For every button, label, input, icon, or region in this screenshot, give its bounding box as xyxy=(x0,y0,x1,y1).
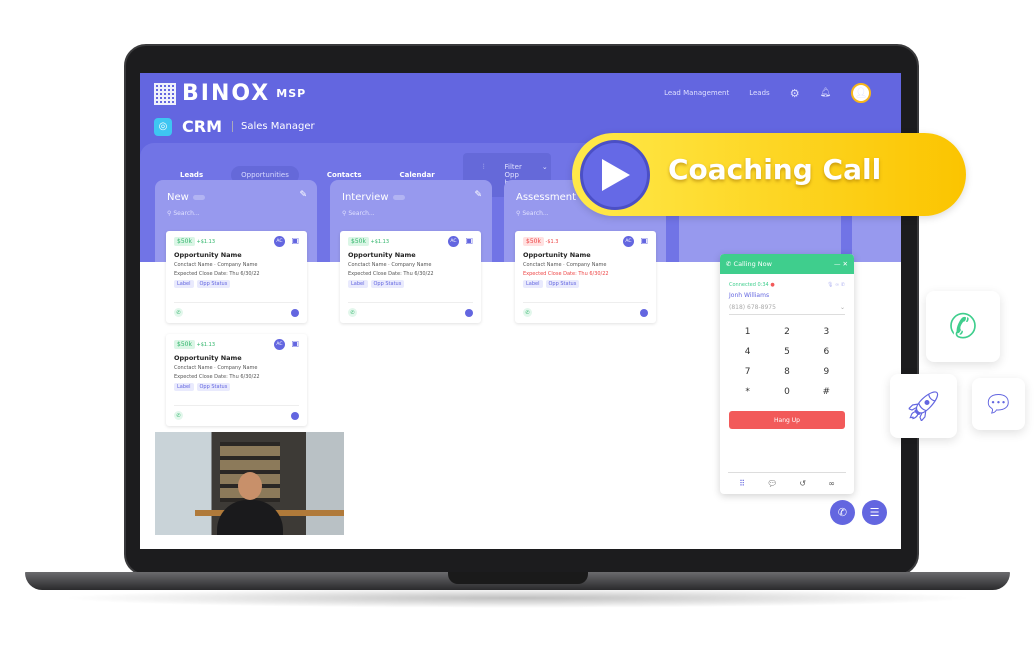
logo-mark-icon xyxy=(154,82,176,105)
history-icon[interactable]: ↺ xyxy=(799,479,806,488)
call-actions-icon[interactable]: 🎙︎ ∞ ✆ xyxy=(827,282,845,288)
label-tag: Label xyxy=(348,280,368,288)
calendar-icon[interactable]: ▣ xyxy=(640,236,648,245)
keypad: 1 2 3 4 5 6 7 8 9 * 0 # xyxy=(720,327,854,397)
coaching-call-banner[interactable]: Coaching Call xyxy=(572,133,966,216)
key-button[interactable]: 6 xyxy=(807,347,846,357)
edit-icon[interactable]: ✎ xyxy=(474,190,482,200)
calendar-icon[interactable]: ▣ xyxy=(291,236,299,245)
rocket-icon: 🚀︎ xyxy=(904,388,943,424)
assignee-avatar: AC xyxy=(274,339,285,350)
add-call-button[interactable]: ✆ xyxy=(830,500,855,525)
chat-icon[interactable]: 💬︎ xyxy=(767,479,777,488)
call-icon[interactable]: ✆ xyxy=(348,308,357,317)
bell-icon[interactable]: 🔔︎ xyxy=(820,88,831,98)
opportunity-card[interactable]: $50k -$1.3 AC ▣ Opportunity Name Conctact… xyxy=(515,231,656,323)
key-button[interactable]: 4 xyxy=(728,347,767,357)
dialer-widget: ✆ Calling Now — ✕ Connected 0:34 ● 🎙︎ ∞ ✆ … xyxy=(720,254,854,494)
nav-lead-management[interactable]: Lead Management xyxy=(664,89,729,97)
key-button[interactable]: 9 xyxy=(807,367,846,377)
hang-up-button[interactable]: Hang Up xyxy=(729,411,845,429)
app-subtitle: Sales Manager xyxy=(231,121,315,132)
top-nav: Lead Management Leads ⚙ 🔔︎ 👤︎ xyxy=(664,83,871,103)
calendar-icon[interactable]: ▣ xyxy=(291,339,299,348)
edit-icon[interactable]: ✎ xyxy=(299,190,307,200)
minimize-icon[interactable]: — xyxy=(834,260,841,268)
label-tag: Label xyxy=(523,280,543,288)
call-icon[interactable]: ✆ xyxy=(174,308,183,317)
calendar-icon[interactable]: ▣ xyxy=(465,236,473,245)
avatar[interactable]: 👤︎ xyxy=(851,83,871,103)
opportunity-card[interactable]: $50k +$1.13 AC ▣ Opportunity Name Conctac… xyxy=(340,231,481,323)
assignee-avatar: AC xyxy=(448,236,459,247)
laptop-shadow xyxy=(60,588,975,608)
app-title: CRM xyxy=(182,117,222,136)
coach-video-feed[interactable] xyxy=(155,432,344,535)
voicemail-icon[interactable]: ∞ xyxy=(828,479,835,488)
key-button[interactable]: # xyxy=(807,387,846,397)
keypad-icon[interactable]: ⠿ xyxy=(739,479,745,488)
opportunity-card[interactable]: $50k +$1.13 AC ▣ Opportunity Name Conctac… xyxy=(166,231,307,323)
label-tag: Label xyxy=(174,280,194,288)
phone-number-select[interactable]: (818) 678-8975 ⌄ xyxy=(729,304,845,315)
key-button[interactable]: 0 xyxy=(767,387,806,397)
chat-feature-tile: 💬︎ xyxy=(972,378,1025,430)
status-tag: Opp Status xyxy=(545,280,580,288)
message-button[interactable]: ☰ xyxy=(862,500,887,525)
target-icon: ◎ xyxy=(154,117,172,136)
call-icon[interactable]: ✆ xyxy=(523,308,532,317)
key-button[interactable]: 7 xyxy=(728,367,767,377)
key-button[interactable]: 1 xyxy=(728,327,767,337)
key-button[interactable]: * xyxy=(728,387,767,397)
brand-logo: BINOX MSP xyxy=(154,81,306,106)
app-header: ◎ CRM Sales Manager xyxy=(154,117,315,136)
nav-leads[interactable]: Leads xyxy=(749,89,769,97)
phone-icon: ✆ xyxy=(726,260,732,268)
status-tag: Opp Status xyxy=(196,383,231,391)
laptop-notch xyxy=(448,572,588,584)
assignee-avatar: AC xyxy=(274,236,285,247)
key-button[interactable]: 8 xyxy=(767,367,806,377)
phone-feature-tile: ✆ xyxy=(926,291,1000,362)
close-icon[interactable]: ✕ xyxy=(843,260,848,268)
chat-icon: 💬︎ xyxy=(983,390,1014,418)
caller-name: Jonh Williams xyxy=(729,292,770,299)
call-icon[interactable]: ✆ xyxy=(174,411,183,420)
search-input[interactable]: ⚲ Search... xyxy=(167,210,200,217)
key-button[interactable]: 5 xyxy=(767,347,806,357)
rocket-feature-tile: 🚀︎ xyxy=(890,374,957,438)
search-input[interactable]: ⚲ Search... xyxy=(342,210,375,217)
key-button[interactable]: 2 xyxy=(767,327,806,337)
gear-icon[interactable]: ⚙ xyxy=(790,87,800,100)
status-tag: Opp Status xyxy=(196,280,231,288)
phone-icon: ✆ xyxy=(948,306,978,347)
search-input[interactable]: ⚲ Search... xyxy=(516,210,549,217)
add-button[interactable] xyxy=(291,411,299,420)
key-button[interactable]: 3 xyxy=(807,327,846,337)
label-tag: Label xyxy=(174,383,194,391)
opportunity-card[interactable]: $50k +$1.13 AC ▣ Opportunity Name Conctac… xyxy=(166,334,307,426)
play-icon[interactable] xyxy=(580,140,650,210)
add-button[interactable] xyxy=(291,308,299,317)
add-button[interactable] xyxy=(640,308,648,317)
add-button[interactable] xyxy=(465,308,473,317)
assignee-avatar: AC xyxy=(623,236,634,247)
status-tag: Opp Status xyxy=(370,280,405,288)
